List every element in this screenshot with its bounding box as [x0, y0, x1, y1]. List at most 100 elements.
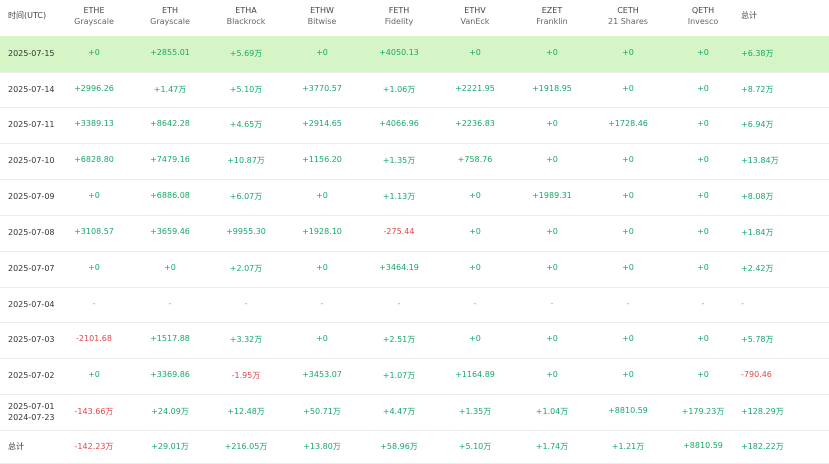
- flow-value-cell: +29.01万: [151, 442, 189, 451]
- flow-value-cell: +0: [546, 227, 558, 236]
- flow-value-cell: +13.80万: [303, 442, 341, 451]
- flow-value-cell: +0: [622, 48, 634, 57]
- flow-value-cell: -2101.68: [76, 334, 112, 343]
- flow-value-cell: +0: [622, 227, 634, 236]
- flow-value-cell: +0: [622, 155, 634, 164]
- flow-value-cell: +0: [546, 263, 558, 272]
- flow-value-cell: +3453.07: [302, 370, 342, 379]
- fund-column-header: ETHW Bitwise: [284, 5, 360, 27]
- flow-value-cell: -: [626, 299, 630, 308]
- flow-value-cell: +1918.95: [532, 84, 572, 93]
- date-cell: 2025-07-02: [8, 371, 55, 380]
- row-total-cell: +13.84万: [741, 156, 779, 165]
- row-total-cell: +8.08万: [741, 192, 774, 201]
- flow-value-cell: +4066.96: [379, 119, 419, 128]
- flow-value-cell: +0: [546, 334, 558, 343]
- flow-value-cell: +12.48万: [227, 407, 265, 416]
- flow-value-cell: +1164.89: [455, 370, 495, 379]
- flow-value-cell: +10.87万: [227, 156, 265, 165]
- flow-value-cell: +0: [316, 263, 328, 272]
- flow-value-cell: +0: [316, 334, 328, 343]
- flow-value-cell: +0: [622, 263, 634, 272]
- row-total-cell: +6.38万: [741, 49, 774, 58]
- flow-value-cell: +1.35万: [458, 407, 492, 416]
- summary-row: 总计 -142.23万 +29.01万 +216.05万 +13.80万 +58.96万 +…: [0, 430, 829, 464]
- flow-value-cell: +8810.59: [683, 441, 723, 450]
- flow-value-cell: -: [397, 299, 401, 308]
- flow-value-cell: +5.10万: [458, 442, 492, 451]
- fund-ticker: ETH: [162, 6, 178, 15]
- fund-issuer: 21 Shares: [608, 17, 648, 26]
- fund-column-header: ETHA Blackrock: [208, 5, 284, 27]
- flow-value-cell: +3108.57: [74, 227, 114, 236]
- flow-value-cell: +24.09万: [151, 407, 189, 416]
- flow-value-cell: +6886.08: [150, 191, 190, 200]
- flow-value-cell: +2855.01: [150, 48, 190, 57]
- flow-value-cell: -: [168, 299, 172, 308]
- table-row: 2025-07-01 2024-07-23 -143.66万 +24.09万 +12.4…: [0, 394, 829, 431]
- flow-value-cell: +0: [546, 155, 558, 164]
- flow-value-cell: +1.35万: [382, 156, 416, 165]
- flow-value-cell: +0: [697, 370, 709, 379]
- flow-value-cell: +3659.46: [150, 227, 190, 236]
- flow-value-cell: +1728.46: [608, 119, 648, 128]
- date-cell: 2025-07-08: [8, 228, 55, 237]
- flow-value-cell: +0: [622, 191, 634, 200]
- flow-value-cell: +0: [164, 263, 176, 272]
- flow-value-cell: +0: [316, 48, 328, 57]
- row-total-cell: -: [741, 299, 744, 308]
- date-cell: 2025-07-01 2024-07-23: [8, 402, 55, 422]
- flow-value-cell: +2221.95: [455, 84, 495, 93]
- table-row: 2025-07-04 - - - - - - - - - -: [0, 287, 829, 323]
- total-column-header: 总计: [741, 11, 757, 20]
- fund-column-header: QETH Invesco: [665, 5, 741, 27]
- flow-value-cell: +0: [697, 119, 709, 128]
- table-row: 2025-07-08 +3108.57 +3659.46 +9955.30 +1928.…: [0, 215, 829, 252]
- flow-value-cell: +0: [622, 334, 634, 343]
- flow-value-cell: -: [92, 299, 96, 308]
- flow-value-cell: +58.96万: [380, 442, 418, 451]
- row-total-cell: +2.42万: [741, 264, 774, 273]
- fund-issuer: Grayscale: [74, 17, 114, 26]
- fund-column-header: EZET Franklin: [514, 5, 590, 27]
- flow-value-cell: +0: [697, 191, 709, 200]
- flow-value-cell: +2996.26: [74, 84, 114, 93]
- flow-value-cell: +3.32万: [229, 335, 263, 344]
- flow-value-cell: +0: [697, 334, 709, 343]
- flow-value-cell: +216.05万: [224, 442, 268, 451]
- flow-value-cell: +0: [469, 227, 481, 236]
- flow-value-cell: +5.10万: [229, 85, 263, 94]
- flow-value-cell: +1517.88: [150, 334, 190, 343]
- date-cell: 总计: [8, 442, 24, 451]
- flow-value-cell: +179.23万: [681, 407, 725, 416]
- flow-value-cell: +2.51万: [382, 335, 416, 344]
- flow-value-cell: +0: [469, 191, 481, 200]
- fund-issuer: Grayscale: [150, 17, 190, 26]
- fund-column-header: ETHE Grayscale: [56, 5, 132, 27]
- flow-value-cell: +3464.19: [379, 263, 419, 272]
- flow-value-cell: -275.44: [383, 227, 415, 236]
- flow-value-cell: +4050.13: [379, 48, 419, 57]
- date-column-header: 时间(UTC): [8, 11, 47, 20]
- table-row: 2025-07-02 +0 +3369.86 -1.95万 +3453.07 +1.07万…: [0, 358, 829, 395]
- flow-value-cell: +5.69万: [229, 49, 263, 58]
- flow-value-cell: +0: [697, 84, 709, 93]
- flow-value-cell: +6.07万: [229, 192, 263, 201]
- fund-ticker: ETHW: [310, 6, 334, 15]
- flow-value-cell: +0: [697, 227, 709, 236]
- fund-issuer: Fidelity: [384, 17, 414, 26]
- flow-value-cell: +8642.28: [150, 119, 190, 128]
- flow-value-cell: +3770.57: [302, 84, 342, 93]
- date-cell: 2025-07-15: [8, 49, 55, 58]
- flow-value-cell: -: [701, 299, 705, 308]
- date-cell: 2025-07-14: [8, 85, 55, 94]
- date-cell: 2025-07-09: [8, 192, 55, 201]
- flow-value-cell: +9955.30: [226, 227, 266, 236]
- table-header: 时间(UTC) ETHE Grayscale ETH Grayscale ETHA Bla…: [0, 0, 829, 36]
- flow-value-cell: +50.71万: [303, 407, 341, 416]
- flow-value-cell: +0: [88, 191, 100, 200]
- flow-value-cell: +0: [546, 48, 558, 57]
- flow-value-cell: +1.21万: [611, 442, 645, 451]
- flow-value-cell: -142.23万: [74, 442, 114, 451]
- flow-value-cell: +1.06万: [382, 85, 416, 94]
